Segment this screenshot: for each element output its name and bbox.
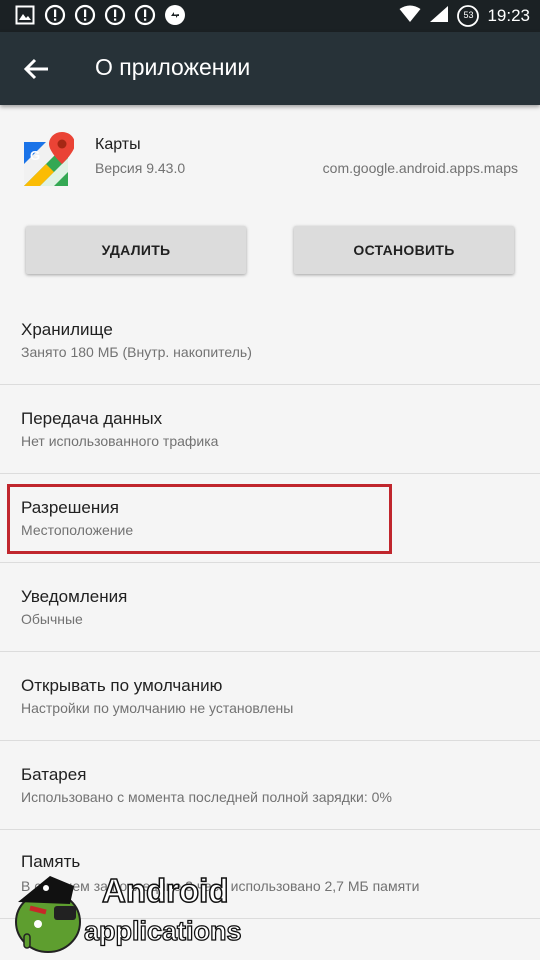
settings-item-title: Уведомления	[21, 587, 128, 606]
settings-item-storage[interactable]: Хранилище Занято 180 МБ (Внутр. накопите…	[0, 296, 540, 384]
app-bar: О приложении	[0, 32, 540, 105]
status-bar: 53 19:23	[0, 0, 540, 32]
settings-item-subtitle: Настройки по умолчанию не установлены	[21, 700, 294, 716]
settings-item-title: Хранилище	[21, 320, 113, 339]
battery-level: 53	[463, 10, 474, 20]
app-header: G Карты Версия 9.43.0 com.google.android…	[0, 106, 540, 216]
google-maps-icon: G	[24, 132, 75, 188]
android-mascot-icon	[15, 876, 81, 953]
settings-item-notifications[interactable]: Уведомления Обычные	[0, 563, 540, 651]
highlight-frame	[7, 484, 392, 554]
app-version: Версия 9.43.0	[95, 160, 186, 176]
app-package-name: com.google.android.apps.maps	[322, 160, 518, 176]
settings-item-open-by-default[interactable]: Открывать по умолчанию Настройки по умол…	[0, 652, 540, 740]
signal-icon	[429, 5, 449, 28]
uninstall-button[interactable]: УДАЛИТЬ	[26, 226, 246, 274]
watermark-text-android: Android	[101, 871, 229, 910]
settings-item-title: Открывать по умолчанию	[21, 676, 223, 695]
battery-icon: 53	[457, 5, 480, 27]
app-name: Карты	[95, 136, 141, 153]
arrow-back-icon[interactable]	[22, 54, 52, 84]
settings-item-subtitle: Обычные	[21, 611, 83, 627]
svg-text:G: G	[30, 148, 40, 163]
settings-item-subtitle: Занято 180 МБ (Внутр. накопитель)	[21, 344, 252, 360]
clock: 19:23	[487, 6, 530, 25]
sync-icon	[164, 4, 186, 26]
settings-item-battery[interactable]: Батарея Использовано с момента последней…	[0, 741, 540, 829]
alert-icon	[134, 4, 156, 26]
watermark-text-applications: applications	[83, 915, 242, 946]
image-icon	[14, 4, 36, 26]
wifi-icon	[399, 5, 421, 28]
alert-icon	[104, 4, 126, 26]
page-title: О приложении	[95, 54, 251, 80]
alert-icon	[44, 4, 66, 26]
force-stop-button[interactable]: ОСТАНОВИТЬ	[294, 226, 514, 274]
settings-item-subtitle: Использовано с момента последней полной …	[21, 789, 392, 805]
system-icons: 53 19:23	[399, 4, 530, 28]
settings-item-title: Батарея	[21, 765, 87, 784]
settings-item-subtitle: Нет использованного трафика	[21, 433, 219, 449]
watermark-logo: Android applications	[10, 871, 260, 958]
settings-item-data-usage[interactable]: Передача данных Нет использованного траф…	[0, 385, 540, 473]
notification-icons	[14, 4, 186, 26]
settings-item-title: Передача данных	[21, 409, 163, 428]
settings-item-title: Память	[21, 852, 81, 871]
alert-icon	[74, 4, 96, 26]
